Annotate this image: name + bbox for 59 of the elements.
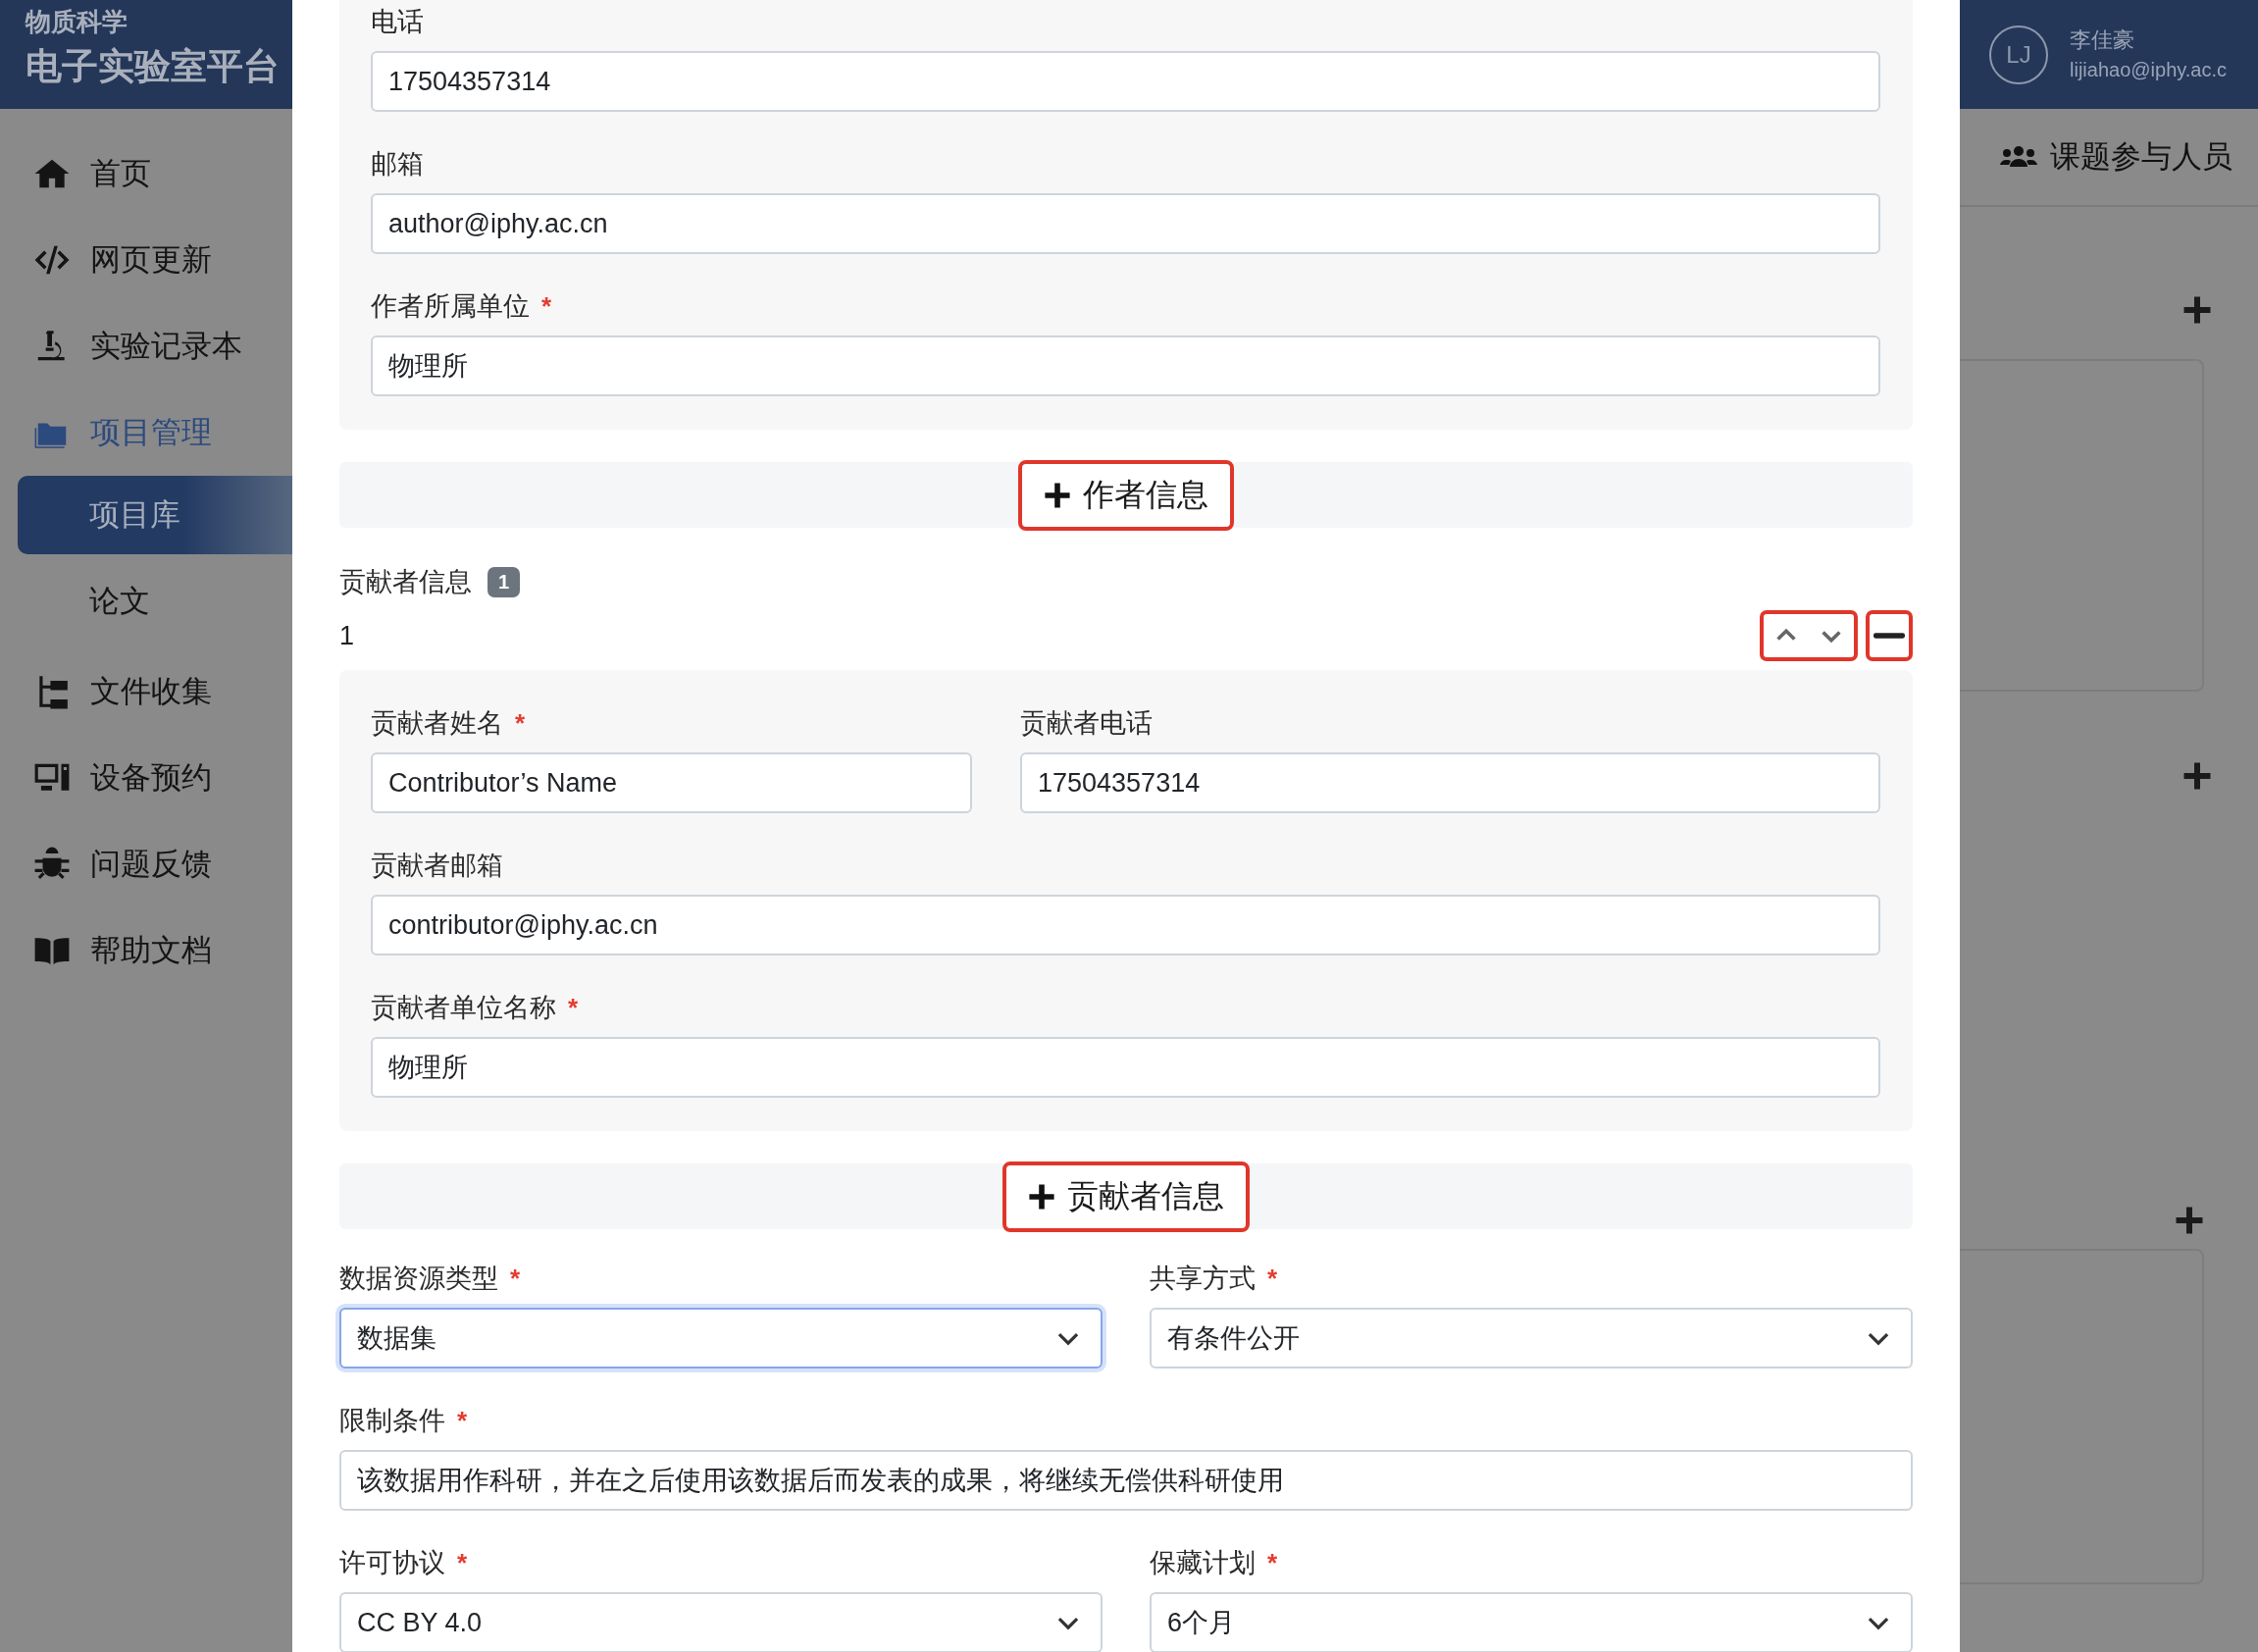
user-name: 李佳豪 [2070,26,2135,54]
sidebar-item[interactable]: 网页更新 [0,217,292,303]
select-field[interactable]: 6个月 [1150,1592,1913,1652]
required-mark: * [515,710,526,736]
field-label: 贡献者姓名 [371,707,503,740]
user-email: lijiahao@iphy.ac.c [2070,57,2227,82]
sidebar-subitem[interactable]: 论文 [18,562,292,641]
input-field[interactable]: 物理所 [371,1037,1880,1098]
field-label: 作者所属单位 [371,290,530,323]
brand-subtitle: 物质科学 [26,6,128,38]
field-label: 限制条件 [339,1405,445,1437]
input-field[interactable]: 17504357314 [371,51,1880,112]
field-label: 保藏计划 [1150,1547,1256,1579]
required-mark: * [510,1265,521,1291]
input-field[interactable]: 17504357314 [1020,752,1880,813]
required-mark: * [1267,1265,1278,1291]
sidebar-item[interactable]: 实验记录本 [0,303,292,389]
add-icon[interactable] [2175,1206,2204,1235]
add-author-button[interactable]: 作者信息 [1018,459,1234,531]
required-mark: * [1267,1550,1278,1575]
required-mark: * [457,1408,468,1433]
field-label: 许可协议 [339,1547,445,1579]
required-mark: * [541,293,552,319]
plus-icon [1044,481,1071,509]
select-field[interactable]: CC BY 4.0 [339,1592,1103,1652]
add-icon[interactable] [2182,295,2212,325]
users-icon [1999,145,2038,169]
required-mark: * [568,995,579,1020]
avatar[interactable]: LJ [1989,25,2048,84]
sidebar-item[interactable]: 文件收集 [0,648,292,735]
brand-title: 电子实验室平台 [26,45,281,88]
field-label: 贡献者单位名称 [371,992,556,1024]
sidebar-item[interactable]: 首页 [0,130,292,217]
item-number: 1 [339,620,355,651]
section-title: 贡献者信息 [339,566,472,598]
count-badge: 1 [488,566,521,597]
field-label: 贡献者电话 [1020,707,1153,740]
plus-icon [1028,1182,1055,1211]
field-label: 共享方式 [1150,1263,1256,1295]
input-field[interactable]: Contributor’s Name [371,752,972,813]
input-field[interactable]: contributor@iphy.ac.cn [371,895,1880,955]
add-contributor-button[interactable]: 贡献者信息 [1002,1161,1250,1232]
remove-button[interactable] [1866,610,1913,661]
sidebar-item[interactable]: 问题反馈 [0,821,292,907]
input-field[interactable]: 该数据用作科研，并在之后使用该数据后而发表的成果，将继续无偿供科研使用 [339,1450,1913,1511]
add-icon[interactable] [2182,761,2212,791]
required-mark: * [457,1550,468,1575]
field-label: 电话 [371,6,424,38]
field-label: 邮箱 [371,148,424,181]
sidebar-item[interactable]: 帮助文档 [0,907,292,994]
minus-icon [1873,631,1905,641]
members-tab[interactable]: 课题参与人员 [1999,136,2232,178]
sidebar-subitem[interactable]: 项目库 [18,476,292,554]
input-field[interactable]: 物理所 [371,336,1880,396]
field-label: 贡献者邮箱 [371,850,503,882]
select-field[interactable]: 有条件公开 [1150,1308,1913,1368]
field-label: 数据资源类型 [339,1263,498,1295]
input-field[interactable]: author@iphy.ac.cn [371,193,1880,254]
sidebar-item[interactable]: 设备预约 [0,735,292,821]
